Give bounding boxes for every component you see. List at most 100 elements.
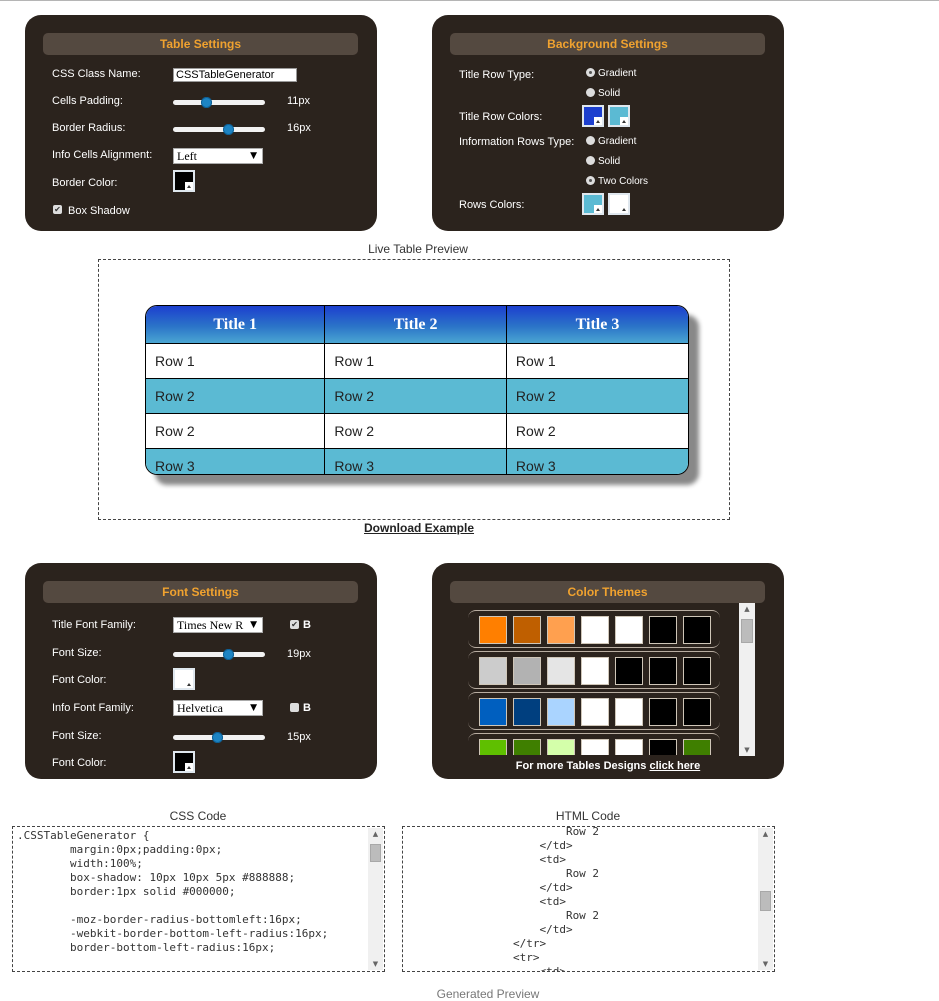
css-class-input[interactable] <box>173 68 297 82</box>
scrollbar-thumb[interactable] <box>370 844 381 862</box>
table-cell: Row 2 <box>324 413 507 449</box>
theme-color-swatch[interactable] <box>513 698 541 726</box>
theme-color-swatch[interactable] <box>547 657 575 685</box>
theme-color-swatch[interactable] <box>683 739 711 755</box>
theme-color-swatch[interactable] <box>581 698 609 726</box>
theme-color-swatch[interactable] <box>479 739 507 755</box>
theme-color-swatch[interactable] <box>649 657 677 685</box>
alignment-select[interactable]: Left ▼ <box>173 148 263 164</box>
border-color-picker[interactable] <box>173 170 195 192</box>
scroll-down-icon[interactable]: ▼ <box>739 744 755 756</box>
theme-color-swatch[interactable] <box>547 698 575 726</box>
scroll-down-icon[interactable]: ▼ <box>758 958 773 970</box>
title-font-family-select[interactable]: Times New R ▼ <box>173 617 263 633</box>
themes-scrollbar[interactable]: ▲ ▼ <box>739 603 755 756</box>
title-row-type-label: Title Row Type: <box>459 69 535 81</box>
theme-color-swatch[interactable] <box>615 616 643 644</box>
click-here-link[interactable]: click here <box>649 760 700 772</box>
slider-thumb[interactable] <box>211 732 223 743</box>
theme-color-swatch[interactable] <box>615 698 643 726</box>
slider-thumb[interactable] <box>201 97 213 108</box>
css-class-label: CSS Class Name: <box>52 68 141 80</box>
css-code-text: .CSSTableGenerator { margin:0px;padding:… <box>17 829 328 955</box>
title-row-color-1-picker[interactable] <box>582 105 604 127</box>
theme-color-swatch[interactable] <box>513 616 541 644</box>
theme-color-swatch[interactable] <box>615 657 643 685</box>
scroll-up-icon[interactable]: ▲ <box>368 828 383 840</box>
table-row: Row 2 Row 2 Row 2 <box>146 413 688 449</box>
scroll-down-icon[interactable]: ▼ <box>368 958 383 970</box>
table-cell: Row 2 <box>505 413 688 449</box>
color-picker-arrow-icon <box>620 117 628 125</box>
color-theme-row[interactable] <box>468 610 720 648</box>
theme-color-swatch[interactable] <box>683 657 711 685</box>
border-radius-slider[interactable] <box>173 124 265 135</box>
css-code-textarea[interactable]: .CSSTableGenerator { margin:0px;padding:… <box>12 826 385 972</box>
info-rows-gradient-radio[interactable] <box>586 136 595 145</box>
theme-color-swatch[interactable] <box>547 616 575 644</box>
info-rows-two-colors-radio[interactable] <box>586 176 595 185</box>
border-radius-value: 16px <box>287 122 311 134</box>
html-code-scrollbar[interactable]: ▲ ▼ <box>758 828 773 970</box>
info-font-family-select[interactable]: Helvetica ▼ <box>173 700 263 716</box>
scroll-up-icon[interactable]: ▲ <box>739 603 755 615</box>
info-font-color-picker[interactable] <box>173 751 195 773</box>
theme-color-swatch[interactable] <box>581 657 609 685</box>
theme-color-swatch[interactable] <box>683 616 711 644</box>
css-code-scrollbar[interactable]: ▲ ▼ <box>368 828 383 970</box>
box-shadow-checkbox[interactable]: ✔ <box>53 205 62 214</box>
theme-color-swatch[interactable] <box>479 698 507 726</box>
color-theme-row[interactable] <box>468 651 720 689</box>
theme-color-swatch[interactable] <box>649 698 677 726</box>
chevron-down-icon: ▼ <box>250 620 257 630</box>
radio-label: Solid <box>598 88 621 99</box>
rows-color-2-picker[interactable] <box>608 193 630 215</box>
scrollbar-thumb[interactable] <box>760 891 771 911</box>
theme-color-swatch[interactable] <box>649 616 677 644</box>
theme-color-swatch[interactable] <box>581 739 609 755</box>
scroll-up-icon[interactable]: ▲ <box>758 828 773 840</box>
info-rows-solid-radio[interactable] <box>586 156 595 165</box>
theme-color-swatch[interactable] <box>479 657 507 685</box>
info-font-size-slider[interactable] <box>173 732 265 743</box>
theme-color-swatch[interactable] <box>513 657 541 685</box>
color-themes-list <box>466 603 754 755</box>
color-themes-panel: Color Themes ▲ ▼ For more Tables Designs… <box>432 563 784 779</box>
theme-color-swatch[interactable] <box>479 616 507 644</box>
cells-padding-slider[interactable] <box>173 97 265 108</box>
scrollbar-thumb[interactable] <box>741 619 753 643</box>
theme-color-swatch[interactable] <box>513 739 541 755</box>
theme-color-swatch[interactable] <box>683 698 711 726</box>
title-row-solid-radio[interactable] <box>586 88 595 97</box>
font-settings-panel: Font Settings Title Font Family: Times N… <box>25 563 377 779</box>
html-code-textarea[interactable]: Row 2 </td> <td> Row 2 </td> <td> Row 2 … <box>402 826 775 972</box>
theme-color-swatch[interactable] <box>615 739 643 755</box>
download-example-link[interactable]: Download Example <box>364 521 474 535</box>
color-picker-arrow-icon <box>594 117 602 125</box>
header-cell: Title 1 <box>146 306 325 344</box>
theme-color-swatch[interactable] <box>581 616 609 644</box>
title-font-family-label: Title Font Family: <box>52 619 136 631</box>
theme-color-swatch[interactable] <box>649 739 677 755</box>
color-theme-row[interactable] <box>468 733 720 755</box>
code-line: </tr> <box>407 937 547 950</box>
table-cell: Row 1 <box>146 343 325 379</box>
table-cell: Row 2 <box>324 378 507 414</box>
title-row-color-2-picker[interactable] <box>608 105 630 127</box>
slider-thumb[interactable] <box>223 124 235 135</box>
rows-color-1-picker[interactable] <box>582 193 604 215</box>
more-designs-line: For more Tables Designs click here <box>432 760 784 772</box>
theme-color-swatch[interactable] <box>547 739 575 755</box>
title-font-color-picker[interactable] <box>173 668 195 690</box>
color-theme-row[interactable] <box>468 692 720 730</box>
title-font-color-label: Font Color: <box>52 674 107 686</box>
info-font-size-value: 15px <box>287 731 311 743</box>
info-bold-checkbox[interactable] <box>290 703 299 712</box>
table-cell: Row 3 <box>505 448 688 474</box>
title-bold-checkbox[interactable]: ✔ <box>290 620 299 629</box>
html-code-caption: HTML Code <box>555 809 621 823</box>
title-row-gradient-radio[interactable] <box>586 68 595 77</box>
slider-thumb[interactable] <box>223 649 235 660</box>
title-font-size-slider[interactable] <box>173 649 265 660</box>
